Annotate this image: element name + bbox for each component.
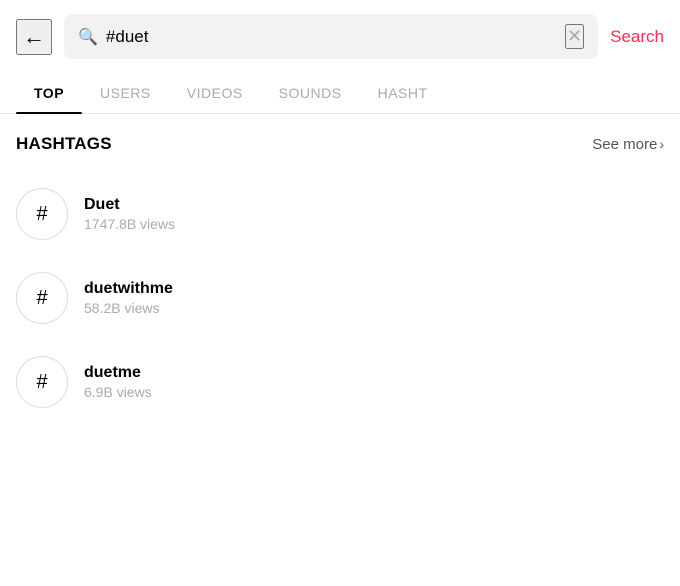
hashtag-icon-circle-1: # — [16, 272, 68, 324]
hashtag-views-2: 6.9B views — [84, 384, 664, 400]
hashtag-item-duetwithme[interactable]: # duetwithme 58.2B views — [16, 256, 664, 340]
hashtags-title: HASHTAGS — [16, 134, 112, 154]
clear-icon: ✕ — [567, 26, 582, 47]
hashtag-views-0: 1747.8B views — [84, 216, 664, 232]
hashtag-name-0: Duet — [84, 196, 664, 214]
hashtag-name-2: duetme — [84, 364, 664, 382]
hashtag-name-1: duetwithme — [84, 280, 664, 298]
content-area: HASHTAGS See more › # Duet 1747.8B views… — [0, 114, 680, 424]
tab-users[interactable]: USERS — [82, 73, 169, 113]
hashtag-info-0: Duet 1747.8B views — [84, 196, 664, 232]
hashtag-info-1: duetwithme 58.2B views — [84, 280, 664, 316]
tab-sounds[interactable]: SOUNDS — [261, 73, 360, 113]
back-button[interactable]: ← — [16, 19, 52, 55]
hashtag-views-1: 58.2B views — [84, 300, 664, 316]
hashtag-item-duet[interactable]: # Duet 1747.8B views — [16, 172, 664, 256]
search-action-label: Search — [610, 27, 664, 46]
hashtag-symbol-2: # — [36, 371, 47, 394]
back-arrow-icon: ← — [23, 24, 45, 50]
clear-button[interactable]: ✕ — [565, 24, 584, 49]
tabs-bar: TOP USERS VIDEOS SOUNDS HASHT — [0, 73, 680, 114]
hashtag-symbol-1: # — [36, 287, 47, 310]
chevron-right-icon: › — [659, 136, 664, 152]
see-more-label: See more — [592, 136, 657, 153]
hashtags-section-header: HASHTAGS See more › — [16, 134, 664, 154]
hashtag-list: # Duet 1747.8B views # duetwithme 58.2B … — [16, 172, 664, 424]
hashtag-info-2: duetme 6.9B views — [84, 364, 664, 400]
hashtag-icon-circle-2: # — [16, 356, 68, 408]
see-more-button[interactable]: See more › — [592, 136, 664, 153]
hashtag-symbol-0: # — [36, 203, 47, 226]
search-bar: 🔍 ✕ — [64, 14, 598, 59]
search-icon: 🔍 — [78, 27, 98, 47]
tab-top[interactable]: TOP — [16, 73, 82, 113]
header: ← 🔍 ✕ Search — [0, 0, 680, 73]
hashtag-icon-circle-0: # — [16, 188, 68, 240]
search-action-button[interactable]: Search — [610, 23, 664, 51]
search-input[interactable] — [106, 27, 557, 47]
tab-videos[interactable]: VIDEOS — [169, 73, 261, 113]
tab-hashtags[interactable]: HASHT — [360, 73, 446, 113]
hashtag-item-duetme[interactable]: # duetme 6.9B views — [16, 340, 664, 424]
